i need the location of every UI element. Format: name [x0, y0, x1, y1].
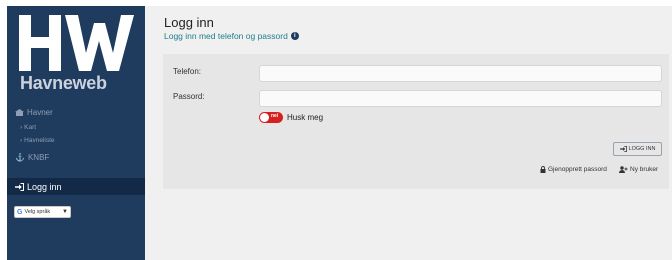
new-user-link[interactable]: Ny bruker: [619, 166, 658, 173]
login-button[interactable]: LOGG INN: [613, 142, 662, 156]
toggle-state-text: nei: [271, 113, 279, 119]
remember-me-toggle[interactable]: nei: [259, 112, 283, 123]
brand-name: Havneweb: [20, 73, 107, 93]
havneweb-logo-mark[interactable]: [19, 15, 137, 71]
sidebar: Havneweb Havner › Kart › Havneliste ⚓ KN…: [7, 6, 154, 260]
forgot-password-label: Gjenopprett passord: [548, 166, 607, 173]
sidebar-item-label: Kart: [24, 124, 37, 131]
sign-in-icon: [15, 182, 24, 191]
page-subtitle-text: Logg inn med telefon og passord: [164, 31, 288, 41]
info-icon[interactable]: i: [290, 32, 299, 40]
anchor-icon: ⚓: [15, 153, 25, 162]
chevron-right-icon: ›: [20, 124, 23, 131]
sidebar-item-knbf[interactable]: ⚓ KNBF: [15, 153, 49, 162]
chevron-right-icon: ›: [20, 137, 23, 144]
user-plus-icon: [619, 166, 628, 173]
toggle-knob: [260, 113, 269, 122]
language-select[interactable]: G Velg språk ▼: [14, 206, 71, 218]
language-select-label: Velg språk: [24, 209, 51, 215]
sidebar-item-havneliste[interactable]: › Havneliste: [20, 137, 55, 144]
phone-label: Telefon:: [173, 67, 202, 76]
caret-down-icon: ▼: [62, 209, 68, 215]
login-button-label: LOGG INN: [628, 146, 656, 152]
login-form: Telefon: Passord: nei Husk meg LOGG INN …: [163, 54, 669, 189]
sign-in-icon: [619, 146, 627, 152]
harbor-icon: [15, 108, 24, 116]
sidebar-item-label: Havner: [27, 108, 53, 117]
lock-icon: [540, 166, 546, 173]
sidebar-item-havner[interactable]: Havner: [15, 108, 53, 117]
page-title: Logg inn: [164, 15, 214, 30]
new-user-label: Ny bruker: [630, 166, 659, 173]
remember-me-label: Husk meg: [287, 113, 324, 122]
google-icon: G: [17, 208, 23, 216]
main-content: Logg inn Logg inn med telefon og passord…: [145, 6, 672, 260]
sidebar-item-label: KNBF: [27, 153, 50, 162]
password-input[interactable]: [259, 90, 662, 107]
forgot-password-link[interactable]: Gjenopprett passord: [540, 166, 607, 173]
sidebar-item-label: Havneliste: [24, 137, 55, 144]
phone-input[interactable]: [259, 65, 662, 82]
sidebar-item-kart[interactable]: › Kart: [20, 124, 36, 131]
sidebar-item-label: Logg inn: [27, 181, 62, 192]
password-label: Passord:: [173, 92, 205, 101]
page-subtitle: Logg inn med telefon og passord i: [164, 31, 299, 41]
sidebar-item-logg-inn[interactable]: Logg inn: [7, 178, 149, 195]
